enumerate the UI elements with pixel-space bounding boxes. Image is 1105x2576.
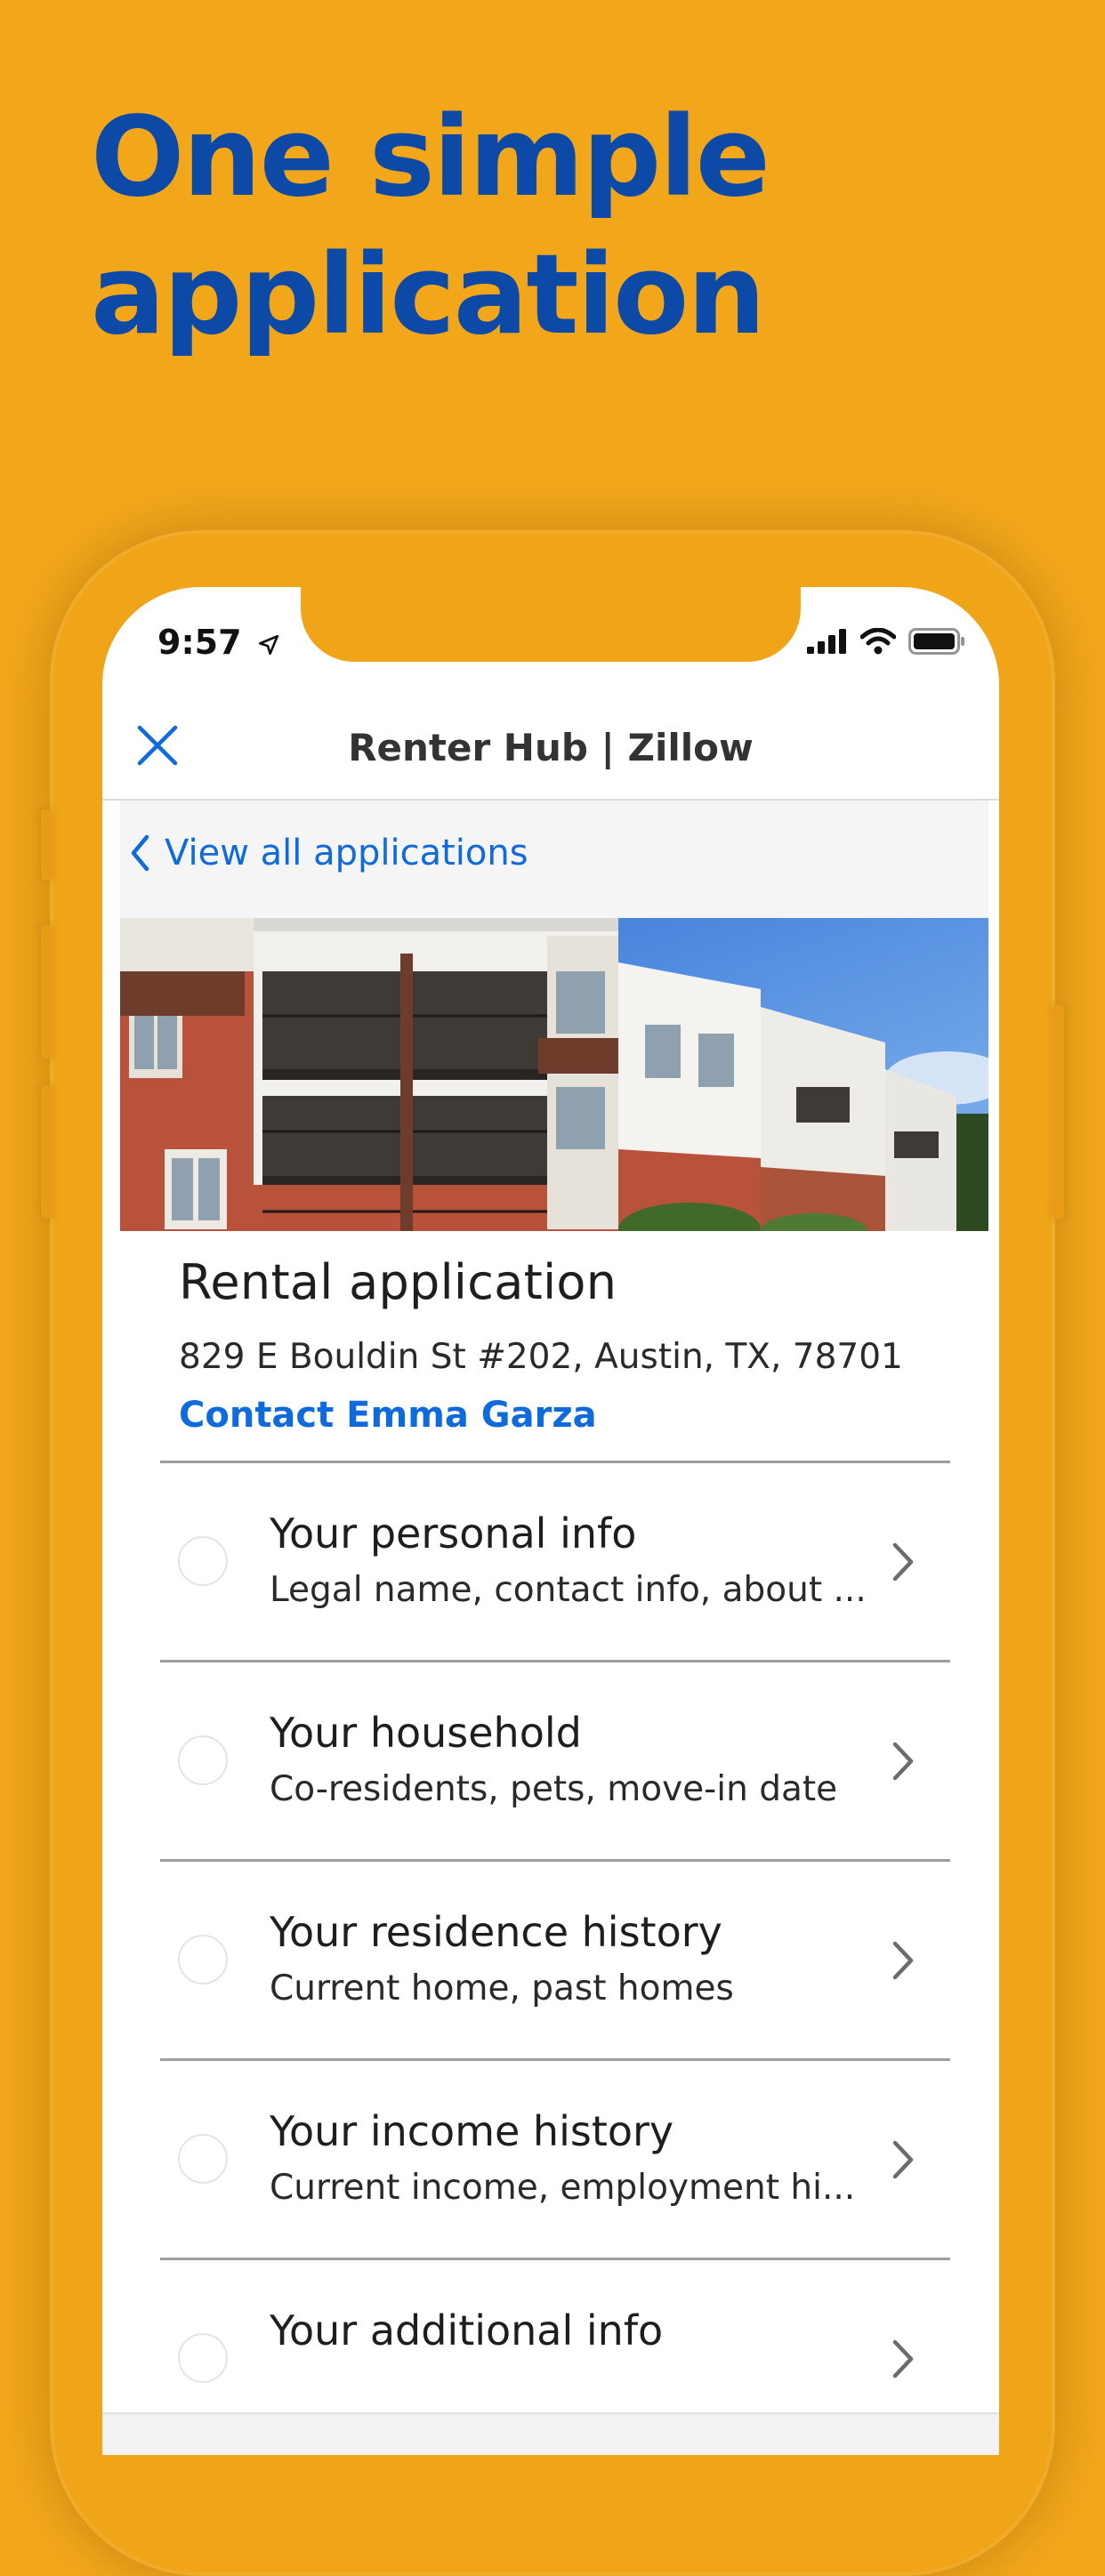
- application-sections-list: Your personal info Legal name, contact i…: [160, 1461, 950, 2455]
- section-title: Your personal info: [270, 1509, 637, 1558]
- section-row-income-history[interactable]: Your income history Current income, empl…: [160, 2058, 950, 2258]
- section-status-circle: [178, 1536, 228, 1586]
- section-row-household[interactable]: Your household Co-residents, pets, move-…: [160, 1660, 950, 1859]
- nav-title: Renter Hub | Zillow: [348, 726, 754, 769]
- phone-power-button: [1053, 1005, 1064, 1219]
- section-status-circle: [178, 2134, 228, 2184]
- section-title: Your income history: [270, 2107, 674, 2155]
- section-subtitle: Legal name, contact info, about ...: [270, 1570, 867, 1610]
- status-time: 9:57: [157, 623, 280, 662]
- phone-side-button: [41, 809, 52, 881]
- wifi-icon: [860, 628, 896, 655]
- chevron-right-icon: [892, 2140, 914, 2179]
- back-bar: View all applications: [120, 801, 988, 918]
- section-title: Your additional info: [270, 2306, 664, 2355]
- browser-bottom-toolbar: [102, 2412, 999, 2455]
- battery-icon: [908, 628, 964, 655]
- contact-landlord-link[interactable]: Contact Emma Garza: [179, 1395, 903, 1436]
- chevron-right-icon: [892, 1742, 914, 1781]
- top-nav-bar: Renter Hub | Zillow: [102, 694, 999, 801]
- headline-line-2: application: [91, 231, 766, 359]
- status-icons: [807, 628, 965, 655]
- view-all-applications-label: View all applications: [165, 833, 528, 873]
- section-title: Your household: [270, 1709, 582, 1757]
- chevron-right-icon: [892, 2339, 914, 2379]
- signal-icon: [807, 629, 846, 654]
- application-title: Rental application: [179, 1254, 617, 1310]
- apartment-building-photo: [120, 918, 988, 1231]
- section-status-circle: [178, 1735, 228, 1785]
- section-subtitle: Current income, employment hi...: [270, 2168, 856, 2208]
- application-content: View all applications Rental application…: [120, 801, 988, 2455]
- section-status-circle: [178, 1935, 228, 1984]
- section-row-personal-info[interactable]: Your personal info Legal name, contact i…: [160, 1461, 950, 1660]
- section-status-circle: [178, 2333, 228, 2383]
- section-row-residence-history[interactable]: Your residence history Current home, pas…: [160, 1859, 950, 2058]
- section-subtitle: Current home, past homes: [270, 1968, 734, 2008]
- phone-screen: 9:57 Renter Hub | Zillow View all applic…: [102, 587, 999, 2455]
- section-title: Your residence history: [270, 1908, 722, 1956]
- phone-volume-down-button: [41, 1085, 52, 1219]
- phone-volume-up-button: [41, 925, 52, 1059]
- phone-notch: [301, 587, 801, 662]
- status-bar: 9:57: [102, 587, 999, 694]
- headline-line-1: One simple: [91, 93, 770, 221]
- headline: One simple application: [91, 89, 770, 365]
- view-all-applications-link[interactable]: View all applications: [129, 833, 528, 873]
- location-arrow-icon: [258, 634, 278, 655]
- section-subtitle: Co-residents, pets, move-in date: [270, 1769, 838, 1809]
- chevron-right-icon: [892, 1941, 914, 1980]
- chevron-left-icon: [131, 834, 149, 872]
- chevron-right-icon: [892, 1542, 914, 1582]
- application-header: Rental application 829 E Bouldin St #202…: [179, 1254, 903, 1436]
- property-address: 829 E Bouldin St #202, Austin, TX, 78701: [179, 1337, 903, 1377]
